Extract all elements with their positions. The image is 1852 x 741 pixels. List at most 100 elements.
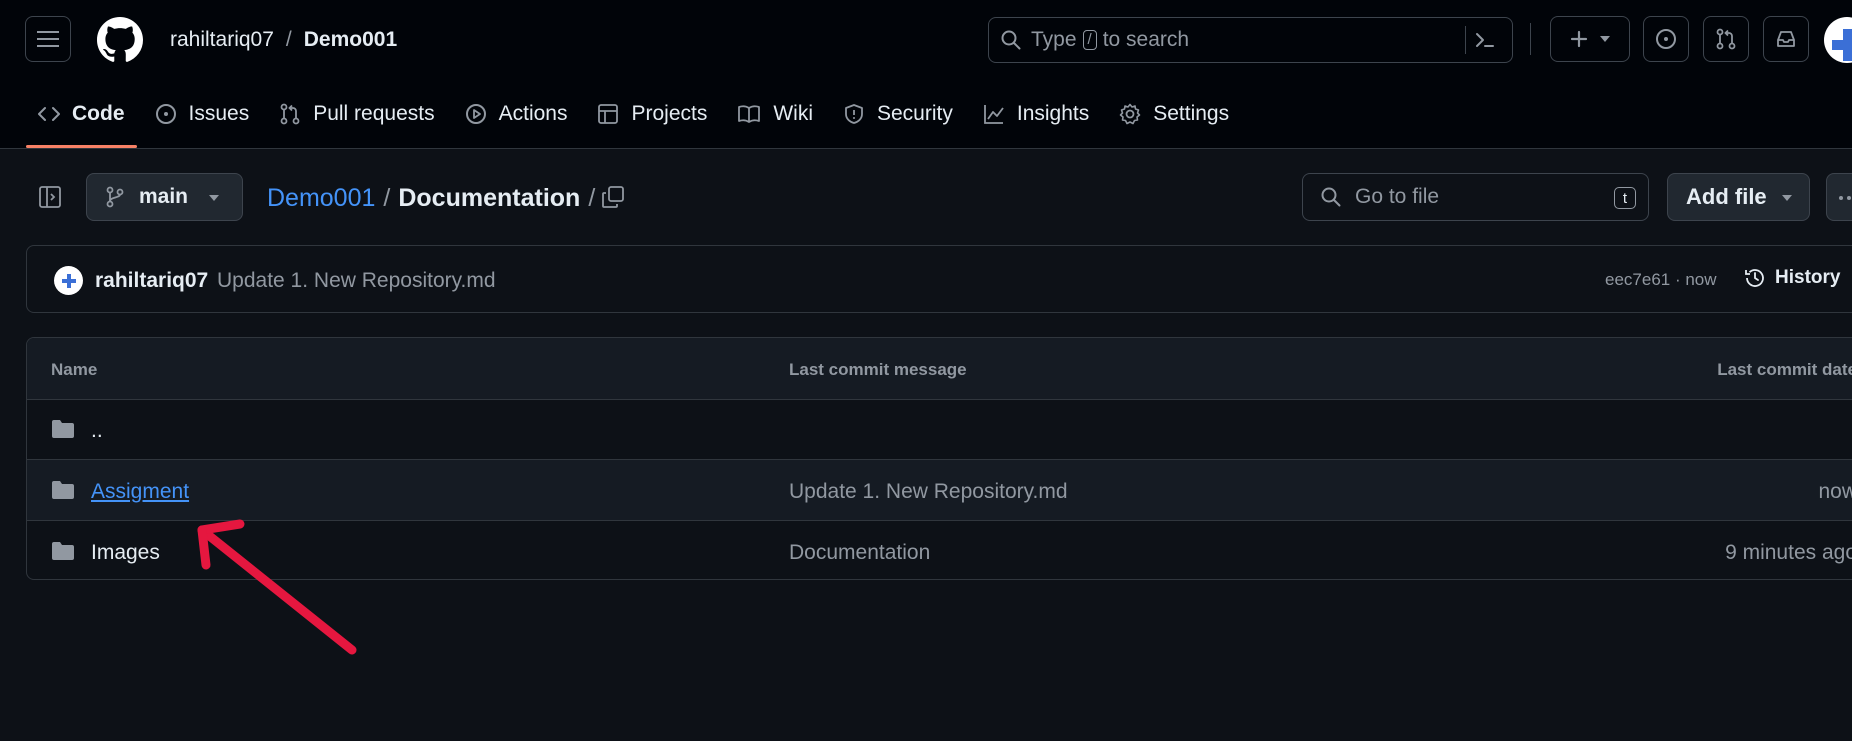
book-icon (738, 105, 761, 123)
tab-wiki[interactable]: Wiki (725, 90, 825, 138)
table-row[interactable]: .. (27, 399, 1852, 460)
tab-projects[interactable]: Projects (585, 90, 719, 138)
code-icon (38, 107, 60, 121)
table-row[interactable]: Images Documentation 9 minutes ago (27, 521, 1852, 579)
pull-request-icon (280, 103, 300, 125)
table-row[interactable]: Assigment Update 1. New Repository.md no… (27, 460, 1852, 521)
tab-insights[interactable]: Insights (971, 90, 1101, 138)
tab-label: Projects (631, 102, 708, 125)
file-tree-toggle[interactable] (38, 185, 62, 209)
go-to-file-input[interactable]: Go to file t (1302, 173, 1649, 221)
tab-security[interactable]: Security (831, 90, 965, 138)
search-placeholder-prefix: Type (1031, 28, 1077, 51)
folder-icon (52, 542, 74, 560)
latest-commit-bar: rahiltariq07 Update 1. New Repository.md… (26, 245, 1852, 313)
table-icon (598, 104, 619, 124)
breadcrumb-separator: / (588, 184, 596, 212)
breadcrumb-root-link[interactable]: Demo001 (267, 184, 375, 213)
history-icon (1745, 269, 1764, 287)
tab-issues[interactable]: Issues (143, 90, 262, 138)
search-divider (1465, 26, 1466, 54)
user-avatar[interactable] (1824, 17, 1852, 63)
top-header: rahiltariq07 / Demo001 Type / to search … (0, 0, 1852, 149)
search-icon (1001, 30, 1021, 50)
tab-label: Security (877, 102, 953, 125)
author-avatar[interactable] (54, 266, 83, 295)
sidebar-expand-icon (39, 186, 61, 208)
commit-date: now (1818, 480, 1852, 503)
search-placeholder-suffix: to search (1102, 28, 1190, 51)
commit-author-link[interactable]: rahiltariq07 (95, 269, 208, 293)
repo-link[interactable]: Demo001 (304, 28, 397, 52)
folder-icon (52, 420, 74, 438)
repo-breadcrumb: rahiltariq07 / Demo001 (170, 28, 397, 52)
search-icon (1321, 187, 1341, 207)
folder-link[interactable]: Images (91, 541, 160, 565)
commit-date: 9 minutes ago (1725, 541, 1852, 564)
copy-icon (602, 186, 624, 208)
avatar-icon (1832, 29, 1852, 61)
folder-icon (52, 481, 74, 499)
column-commit-date: Last commit date (1717, 360, 1852, 379)
pull-requests-button[interactable] (1703, 16, 1749, 62)
chevron-down-icon (1600, 36, 1610, 42)
chevron-down-icon (1782, 195, 1792, 201)
file-table: Name Last commit message Last commit dat… (26, 337, 1852, 580)
commit-message-link[interactable]: Update 1. New Repository.md (789, 480, 1068, 504)
table-header: Name Last commit message Last commit dat… (27, 338, 1852, 400)
tab-label: Actions (498, 102, 568, 125)
shield-icon (845, 104, 863, 124)
inbox-button[interactable] (1763, 16, 1809, 62)
create-new-button[interactable] (1550, 16, 1630, 62)
kebab-icon (1839, 196, 1851, 200)
copy-path-button[interactable] (601, 185, 625, 209)
tab-label: Settings (1153, 102, 1230, 125)
tab-code[interactable]: Code (26, 90, 137, 148)
tab-label: Insights (1016, 102, 1090, 125)
column-commit-message: Last commit message (789, 360, 967, 379)
commit-sha-time[interactable]: eec7e61 · now (1605, 270, 1717, 290)
commit-message-link[interactable]: Documentation (789, 541, 930, 565)
commit-message-link[interactable]: Update 1. New Repository.md (217, 269, 496, 293)
breadcrumb-separator: / (285, 28, 292, 51)
add-file-label: Add file (1686, 184, 1767, 209)
more-options-button[interactable] (1826, 173, 1852, 221)
chevron-down-icon (209, 195, 219, 201)
tab-label: Wiki (773, 102, 813, 125)
github-icon (97, 17, 143, 62)
play-icon (465, 104, 486, 124)
folder-link[interactable]: Assigment (91, 480, 189, 504)
graph-icon (983, 105, 1004, 124)
tab-label: Pull requests (313, 102, 435, 125)
github-logo[interactable] (97, 17, 143, 63)
breadcrumb-current: Documentation (398, 184, 581, 212)
tab-label: Issues (188, 102, 250, 125)
issues-button[interactable] (1643, 16, 1689, 62)
tab-pull-requests[interactable]: Pull requests (267, 90, 446, 138)
hamburger-icon (37, 31, 59, 47)
search-input[interactable]: Type / to search (988, 17, 1513, 63)
tab-actions[interactable]: Actions (453, 90, 580, 138)
go-to-file-placeholder: Go to file (1355, 185, 1440, 208)
menu-button[interactable] (25, 16, 71, 62)
issue-icon (155, 104, 176, 124)
repo-tabs: Code Issues Pull requests Actions Projec… (26, 90, 1247, 148)
parent-directory-link[interactable]: .. (91, 419, 103, 443)
branch-selector[interactable]: main (86, 173, 243, 221)
inbox-icon (1777, 31, 1795, 47)
command-palette-button[interactable] (1473, 28, 1497, 52)
breadcrumb-separator: / (383, 184, 391, 212)
go-to-file-shortcut: t (1614, 187, 1636, 209)
history-label: History (1775, 267, 1841, 288)
owner-link[interactable]: rahiltariq07 (170, 28, 274, 52)
add-file-button[interactable]: Add file (1667, 173, 1810, 221)
pull-request-icon (1716, 28, 1736, 50)
gear-icon (1119, 103, 1141, 125)
branch-name: main (139, 185, 189, 208)
terminal-icon (1476, 33, 1494, 47)
tab-settings[interactable]: Settings (1107, 90, 1241, 138)
header-divider (1530, 23, 1531, 55)
history-button[interactable]: History (1743, 266, 1840, 290)
search-shortcut-key: / (1082, 30, 1097, 50)
issue-icon (1656, 29, 1676, 49)
